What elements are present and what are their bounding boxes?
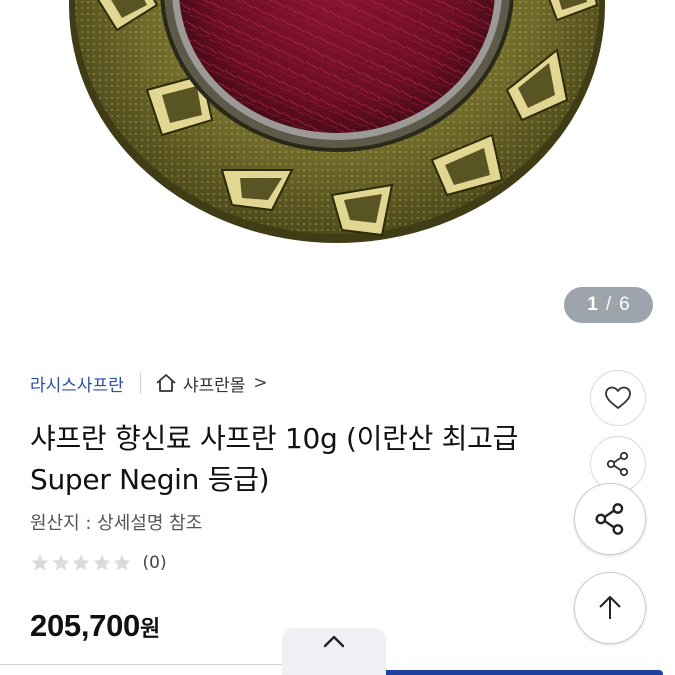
price-unit: 원 xyxy=(139,617,160,642)
home-icon xyxy=(156,374,176,392)
mall-link-label: 샤프란몰 xyxy=(182,375,246,396)
arrow-up-icon xyxy=(599,596,621,619)
share-icon xyxy=(595,503,624,535)
star-icon xyxy=(93,554,110,571)
product-price: 205,700원 xyxy=(30,608,160,644)
mall-link[interactable]: 샤프란몰 > xyxy=(155,371,268,396)
share-button[interactable] xyxy=(574,483,646,555)
store-name-link[interactable]: 라시스사프란 xyxy=(30,371,124,396)
image-page-indicator: 1 / 6 xyxy=(564,287,653,323)
page-separator: / xyxy=(605,294,612,315)
price-value: 205,700 xyxy=(30,608,140,643)
buy-button[interactable] xyxy=(341,670,663,675)
share-icon xyxy=(606,451,629,477)
scroll-to-top-button[interactable] xyxy=(574,572,646,644)
chevron-up-icon xyxy=(323,635,345,648)
purchase-drawer-toggle[interactable] xyxy=(282,628,386,675)
chevron-right-icon: > xyxy=(253,373,268,393)
current-page: 1 xyxy=(587,294,598,315)
product-origin: 원산지 : 상세설명 참조 xyxy=(30,513,203,534)
product-image-carousel[interactable]: 1 / 6 xyxy=(0,0,675,345)
star-icon xyxy=(31,554,49,571)
product-title: 샤프란 향신료 사프란 10g (이란산 최고급 Super Negin 등급) xyxy=(30,422,519,496)
heart-icon xyxy=(605,386,631,409)
divider xyxy=(139,372,141,394)
review-count: (0) xyxy=(142,553,167,573)
star-icon xyxy=(113,554,131,571)
wishlist-button[interactable] xyxy=(590,370,646,426)
total-pages: 6 xyxy=(619,294,630,315)
store-row: 라시스사프란 샤프란몰 > xyxy=(30,370,268,396)
product-image xyxy=(69,0,605,243)
rating-row[interactable]: (0) xyxy=(30,553,167,573)
star-icon xyxy=(52,554,69,571)
star-icon xyxy=(72,554,90,571)
